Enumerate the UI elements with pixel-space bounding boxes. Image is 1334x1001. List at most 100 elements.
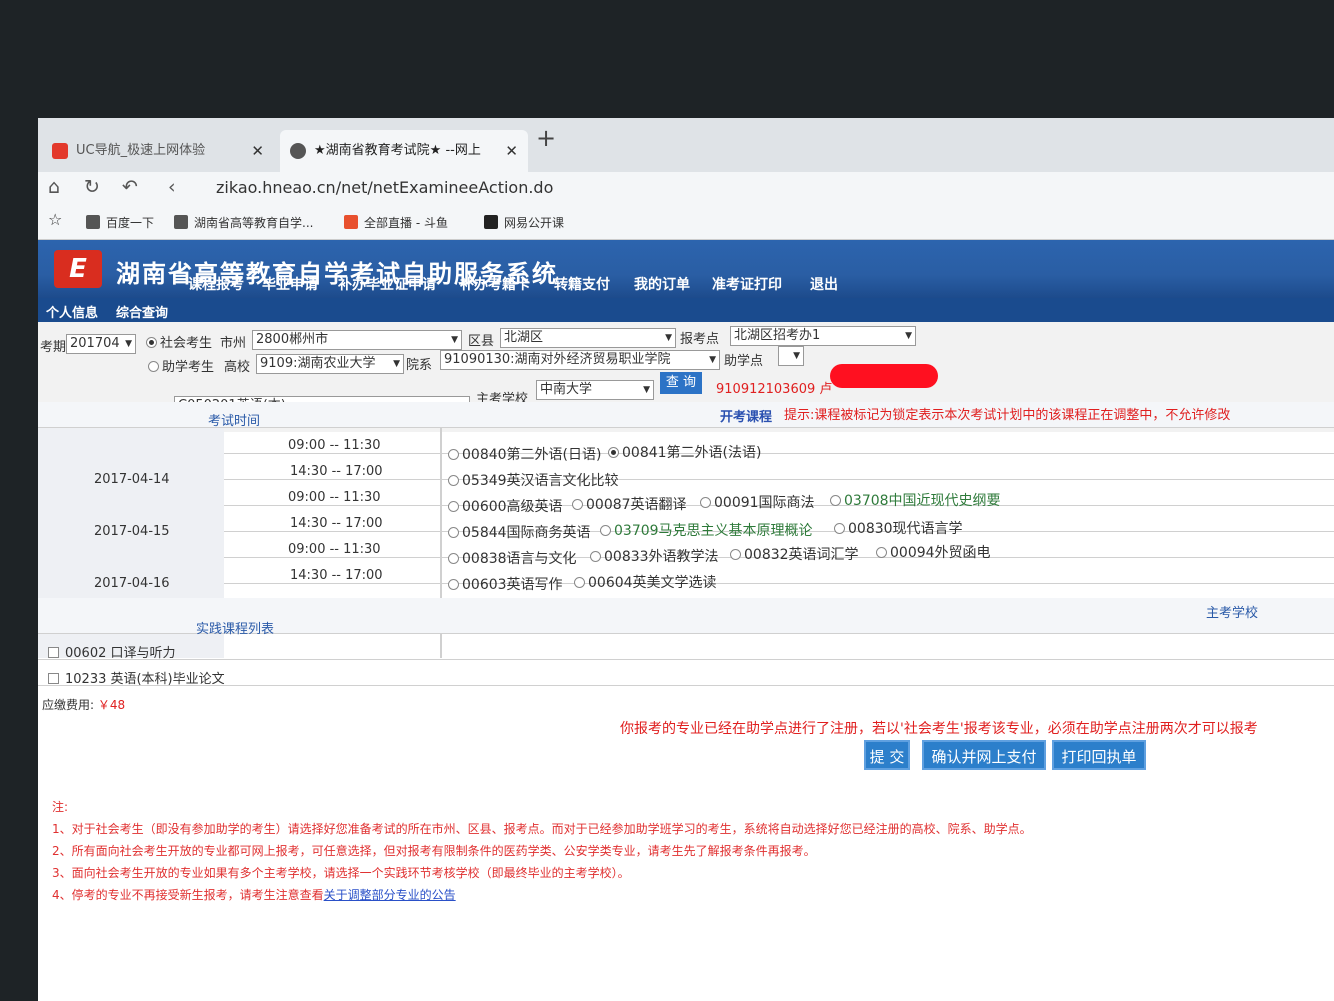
term-select[interactable]: 201704 xyxy=(66,334,136,354)
course-option-00833[interactable]: 00833外语教学法 xyxy=(590,546,719,566)
course-option-00838[interactable]: 00838语言与文化 xyxy=(448,548,577,568)
radio-icon xyxy=(876,547,887,558)
assist-radio[interactable]: 助学考生 xyxy=(148,356,214,375)
register-notice: 你报考的专业已经在助学点进行了注册，若以'社会考生'报考该专业，必须在助学点注册… xyxy=(620,721,1258,737)
course-option-03708[interactable]: 03708中国近现代史纲要 xyxy=(830,490,1001,510)
date-cell: 2017-04-16 xyxy=(94,576,170,591)
radio-icon xyxy=(448,449,459,460)
confirm-pay-button[interactable]: 确认并网上支付 xyxy=(922,740,1046,770)
tab-label: ★湖南省教育考试院★ --网上 xyxy=(314,143,481,158)
fee-value: ￥48 xyxy=(97,698,126,712)
college-select[interactable]: 9109:湖南农业大学 xyxy=(256,354,404,374)
course-option-00603[interactable]: 00603英语写作 xyxy=(448,574,563,594)
menu-my-orders[interactable]: 我的订单 xyxy=(634,274,690,294)
date-cell: 2017-04-15 xyxy=(94,524,170,539)
radio-icon xyxy=(730,549,741,560)
menu-reissue-cert[interactable]: 补办毕业证申请 xyxy=(338,274,436,294)
course-option-00091[interactable]: 00091国际商法 xyxy=(700,492,815,512)
menu-logout[interactable]: 退出 xyxy=(810,274,838,294)
bookmark-hneao[interactable]: 湖南省高等教育自学... xyxy=(174,214,313,231)
course-option-05349[interactable]: 05349英汉语言文化比较 xyxy=(448,470,619,490)
district-select[interactable]: 北湖区 xyxy=(500,328,676,348)
tab-exam-site[interactable]: ★湖南省教育考试院★ --网上 ✕ xyxy=(280,130,528,172)
practice-item-00602[interactable]: 00602 口译与听力 xyxy=(48,642,176,661)
bookmark-douyu[interactable]: 全部直播 - 斗鱼 xyxy=(344,214,448,231)
course-option-00832[interactable]: 00832英语词汇学 xyxy=(730,544,859,564)
menu-course-apply[interactable]: 课程报考 xyxy=(188,274,244,294)
site-icon xyxy=(174,215,188,229)
close-icon[interactable]: ✕ xyxy=(251,130,264,172)
city-select[interactable]: 2800郴州市 xyxy=(252,330,462,350)
print-receipt-button[interactable]: 打印回执单 xyxy=(1052,740,1146,770)
url-field[interactable]: zikao.hneao.cn/net/netExamineeAction.do xyxy=(216,178,553,197)
course-option-00094[interactable]: 00094外贸函电 xyxy=(876,542,991,562)
note-item: 4、停考的专业不再接受新生报考，请考生注意查看关于调整部分专业的公告 xyxy=(52,888,456,902)
douyu-icon xyxy=(344,215,358,229)
table-row: 14:30 -- 17:00 xyxy=(224,454,1334,480)
tab-uc-nav[interactable]: UC导航_极速上网体验 ✕ xyxy=(42,130,274,172)
menu-query[interactable]: 综合查询 xyxy=(116,302,168,321)
dept-label: 院系 xyxy=(406,358,433,373)
note-item: 3、面向社会考生开放的专业如果有多个主考学校，请选择一个实践环节考核学校（即最终… xyxy=(52,866,630,880)
radio-icon xyxy=(448,527,459,538)
menu-reissue-card[interactable]: 补办考籍卡 xyxy=(460,274,530,294)
radio-icon xyxy=(572,499,583,510)
course-option-00087[interactable]: 00087英语翻译 xyxy=(572,494,687,514)
site-banner: E 湖南省高等教育自学考试自助服务系统 课程报考 毕业申请 补办毕业证申请 补办… xyxy=(38,240,1334,298)
radio-icon xyxy=(834,523,845,534)
bookmark-baidu[interactable]: 百度一下 xyxy=(86,214,154,231)
course-option-00604[interactable]: 00604英美文学选读 xyxy=(574,572,717,592)
practice-item-10233[interactable]: 10233 英语(本科)毕业论文 xyxy=(48,668,225,687)
submit-button[interactable]: 提 交 xyxy=(864,740,910,770)
note-item: 1、对于社会考生（即没有参加助学的考生）请选择好您准备考试的所在市州、区县、报考… xyxy=(52,822,1032,836)
address-bar: ⌂ ↻ ↶ ‹ zikao.hneao.cn/net/netExamineeAc… xyxy=(38,172,1334,204)
helppoint-select[interactable] xyxy=(778,346,804,366)
district-label: 区县 xyxy=(468,334,495,349)
bookmark-163[interactable]: 网易公开课 xyxy=(484,214,564,231)
course-option-00841[interactable]: 00841第二外语(法语) xyxy=(608,442,761,462)
star-icon[interactable]: ☆ xyxy=(48,210,62,229)
time-cell: 09:00 -- 11:30 xyxy=(288,490,381,505)
new-tab-button[interactable]: + xyxy=(536,124,556,152)
refresh-icon[interactable]: ↻ xyxy=(84,176,100,198)
back-icon[interactable]: ‹ xyxy=(168,176,176,198)
checkbox-icon xyxy=(48,647,59,658)
radio-icon xyxy=(700,497,711,508)
course-option-05844[interactable]: 05844国际商务英语 xyxy=(448,522,591,542)
radio-icon xyxy=(148,361,159,372)
course-hint: 提示:课程被标记为锁定表示本次考试计划中的该课程正在调整中，不允许修改 xyxy=(784,408,1231,423)
menu-graduation[interactable]: 毕业申请 xyxy=(262,274,318,294)
radio-icon xyxy=(448,501,459,512)
student-id: 910912103609 卢 xyxy=(716,382,833,397)
social-radio[interactable]: 社会考生 xyxy=(146,332,212,351)
browser-window: UC导航_极速上网体验 ✕ ★湖南省教育考试院★ --网上 ✕ + ⌂ ↻ ↶ … xyxy=(38,118,1334,1001)
course-header: 开考课程 xyxy=(720,410,773,425)
course-option-00600[interactable]: 00600高级英语 xyxy=(448,496,563,516)
query-button[interactable]: 查 询 xyxy=(660,372,702,394)
radio-icon xyxy=(146,337,157,348)
practice-row: 00602 口译与听力 xyxy=(38,634,1334,661)
fee-row: 应缴费用: ￥48 xyxy=(42,698,126,712)
undo-icon[interactable]: ↶ xyxy=(122,176,138,198)
dept-select[interactable]: 91090130:湖南对外经济贸易职业学院 xyxy=(440,350,720,370)
home-icon[interactable]: ⌂ xyxy=(48,176,60,198)
radio-icon xyxy=(608,447,619,458)
exam-site-select[interactable]: 北湖区招考办1 xyxy=(730,326,916,346)
table-row: 09:00 -- 11:30 xyxy=(224,428,1334,454)
menu-transfer-pay[interactable]: 转籍支付 xyxy=(554,274,610,294)
sub-menu: 个人信息 综合查询 xyxy=(38,298,1334,322)
menu-admission-print[interactable]: 准考证打印 xyxy=(712,274,782,294)
course-option-00830[interactable]: 00830现代语言学 xyxy=(834,518,963,538)
close-icon[interactable]: ✕ xyxy=(505,130,518,172)
course-option-00840[interactable]: 00840第二外语(日语) xyxy=(448,444,601,464)
main-menu: 课程报考 毕业申请 补办毕业证申请 补办考籍卡 转籍支付 我的订单 准考证打印 … xyxy=(38,276,1334,298)
main-school-select[interactable]: 中南大学 xyxy=(536,380,654,400)
time-cell: 09:00 -- 11:30 xyxy=(288,542,381,557)
table-header-row: 考试时间 开考课程 提示:课程被标记为锁定表示本次考试计划中的该课程正在调整中，… xyxy=(38,402,1334,429)
radio-icon xyxy=(600,525,611,536)
course-option-03709[interactable]: 03709马克思主义基本原理概论 xyxy=(600,520,813,540)
site-label: 报考点 xyxy=(680,332,720,347)
announcement-link[interactable]: 关于调整部分专业的公告 xyxy=(324,888,456,902)
time-cell: 14:30 -- 17:00 xyxy=(290,464,383,479)
menu-personal-info[interactable]: 个人信息 xyxy=(46,302,98,321)
